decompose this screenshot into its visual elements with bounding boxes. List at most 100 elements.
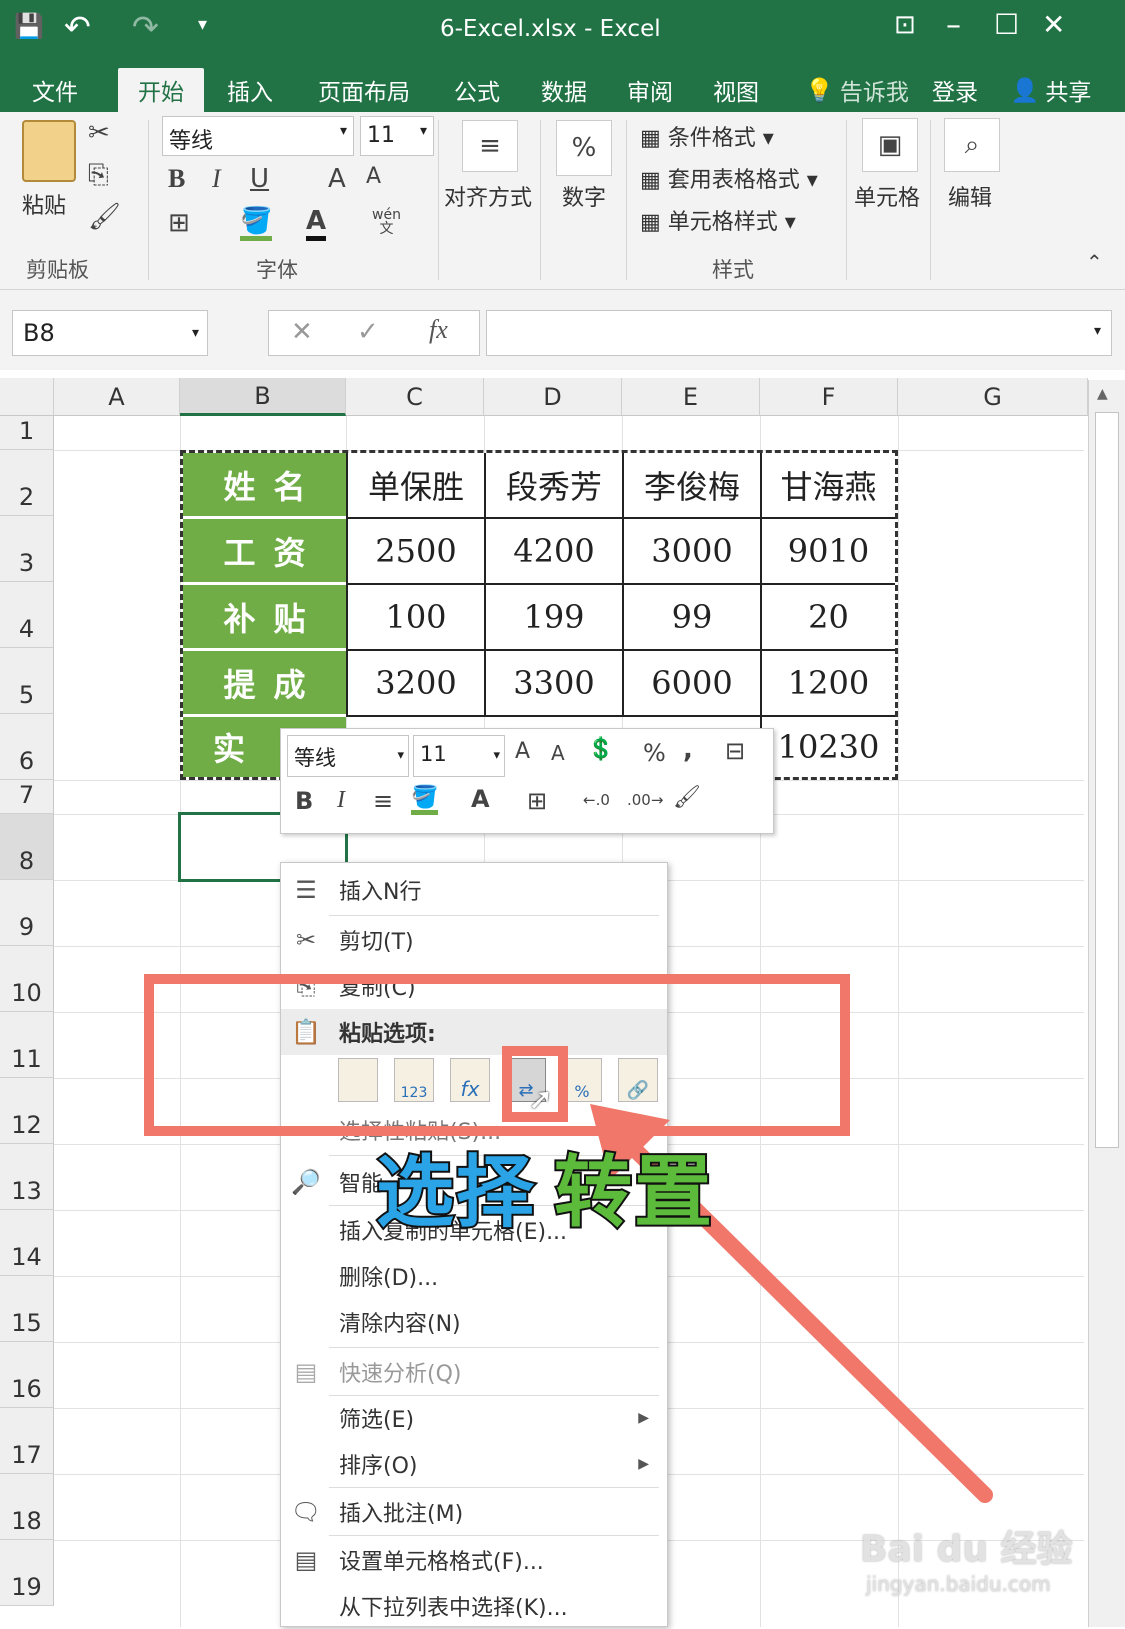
table-cell[interactable]: 3200	[346, 651, 484, 717]
minimize-button[interactable]: –	[946, 8, 961, 43]
redo-icon[interactable]: ↷	[132, 8, 159, 46]
row-header[interactable]: 14	[0, 1210, 54, 1276]
format-painter-icon[interactable]: 🖌	[88, 202, 121, 232]
row-header[interactable]: 17	[0, 1408, 54, 1474]
phonetic-icon[interactable]: wén 文	[372, 208, 401, 236]
row-header[interactable]: 19	[0, 1540, 54, 1606]
row-header[interactable]: 12	[0, 1078, 54, 1144]
alignment-label[interactable]: 对齐方式	[444, 180, 532, 212]
mini-size-select[interactable]: 11 ▾	[413, 735, 505, 777]
font-color-icon[interactable]: A	[306, 206, 327, 241]
number-label[interactable]: 数字	[562, 180, 606, 212]
borders-icon[interactable]: ⊞	[168, 208, 190, 238]
borders-icon[interactable]: ⊞	[527, 787, 547, 815]
bold-icon[interactable]: B	[295, 787, 313, 815]
row-header[interactable]: 8	[0, 814, 54, 880]
percent-icon[interactable]: %	[643, 739, 666, 767]
decrease-decimal-icon[interactable]: .00→	[627, 791, 663, 809]
header-cell-commission[interactable]: 提成	[183, 651, 346, 714]
row-header[interactable]: 11	[0, 1012, 54, 1078]
shrink-font-icon[interactable]: A	[551, 741, 565, 765]
scroll-up-icon[interactable]: ▲	[1097, 386, 1108, 402]
font-size-select[interactable]: 11 ▾	[360, 116, 434, 156]
vertical-scrollbar[interactable]: ▲	[1088, 380, 1125, 1627]
table-format-button[interactable]: ▦ 套用表格格式 ▾	[640, 162, 818, 194]
row-header[interactable]: 13	[0, 1144, 54, 1210]
collapse-ribbon-icon[interactable]: ⌃	[1086, 250, 1103, 274]
scissors-icon[interactable]: ✂	[88, 118, 110, 148]
fill-color-icon[interactable]: 🪣	[411, 785, 439, 815]
mini-font-select[interactable]: 等线 ▾	[287, 735, 409, 777]
header-cell-name[interactable]: 姓名	[183, 453, 346, 516]
row-header[interactable]: 10	[0, 946, 54, 1012]
tab-data[interactable]: 数据	[528, 68, 600, 112]
row-header[interactable]: 6	[0, 714, 54, 780]
search-icon[interactable]: ⌕	[944, 118, 1000, 172]
table-cell[interactable]: 单保胜	[346, 453, 484, 519]
ribbon-display-icon[interactable]: ⊡	[894, 10, 916, 40]
share-button[interactable]: 👤 共享	[996, 68, 1106, 112]
table-cell[interactable]: 李俊梅	[622, 453, 760, 519]
conditional-format-button[interactable]: ▦ 条件格式 ▾	[640, 120, 774, 152]
grow-font-icon[interactable]: A	[515, 739, 530, 764]
align-center-icon[interactable]: ≡	[373, 787, 393, 815]
menu-item-cut[interactable]: ✂ 剪切(T)	[281, 917, 667, 963]
row-header[interactable]: 3	[0, 516, 54, 582]
maximize-button[interactable]: ☐	[994, 8, 1019, 41]
table-cell[interactable]: 2500	[346, 519, 484, 585]
bold-icon[interactable]: B	[168, 164, 185, 194]
row-header[interactable]: 4	[0, 582, 54, 648]
row-header[interactable]: 15	[0, 1276, 54, 1342]
header-cell-salary[interactable]: 工资	[183, 519, 346, 582]
underline-icon[interactable]: U	[250, 164, 269, 194]
row-header[interactable]: 9	[0, 880, 54, 946]
row-header[interactable]: 7	[0, 780, 54, 814]
table-cell[interactable]: 1200	[760, 651, 895, 717]
shrink-font-icon[interactable]: A	[366, 164, 381, 189]
cells-icon[interactable]: ▣	[862, 118, 918, 172]
save-icon[interactable]: 💾	[14, 12, 44, 40]
table-cell[interactable]: 99	[622, 585, 760, 651]
font-name-select[interactable]: 等线 ▾	[162, 116, 354, 156]
table-cell[interactable]: 段秀芳	[484, 453, 622, 519]
number-format-icon[interactable]: %	[556, 120, 612, 176]
tab-view[interactable]: 视图	[700, 68, 772, 112]
increase-decimal-icon[interactable]: ←.0	[583, 791, 610, 809]
grow-font-icon[interactable]: A	[328, 164, 346, 194]
comma-style-icon[interactable]: ,	[683, 735, 693, 765]
row-header[interactable]: 5	[0, 648, 54, 714]
column-header[interactable]: F	[760, 378, 898, 416]
name-box[interactable]: B8 ▾	[12, 310, 208, 356]
undo-icon[interactable]: ↶	[64, 8, 91, 46]
column-header[interactable]: G	[898, 378, 1088, 416]
table-cell[interactable]: 20	[760, 585, 895, 651]
row-header[interactable]: 2	[0, 450, 54, 516]
column-header[interactable]: D	[484, 378, 622, 416]
formula-input[interactable]: ▾	[486, 310, 1112, 356]
fx-icon[interactable]: fx	[429, 315, 448, 345]
table-cell[interactable]: 199	[484, 585, 622, 651]
row-header[interactable]: 16	[0, 1342, 54, 1408]
menu-item-format-cells[interactable]: ▤ 设置单元格格式(F)...	[281, 1537, 667, 1583]
table-cell[interactable]: 甘海燕	[760, 453, 895, 519]
scroll-thumb[interactable]	[1095, 412, 1119, 1148]
table-cell[interactable]: 3000	[622, 519, 760, 585]
signin-link[interactable]: 登录	[924, 68, 986, 112]
header-cell-allowance[interactable]: 补贴	[183, 585, 346, 648]
table-cell[interactable]: 6000	[622, 651, 760, 717]
clipboard-paste-icon[interactable]	[22, 120, 76, 182]
check-icon[interactable]: ✓	[357, 317, 379, 347]
italic-icon[interactable]: I	[337, 787, 345, 814]
table-cell[interactable]: 10230	[760, 717, 895, 777]
alignment-icon[interactable]: ≡	[462, 120, 518, 172]
font-color-icon[interactable]: A	[471, 785, 490, 813]
tab-page-layout[interactable]: 页面布局	[304, 68, 424, 112]
tab-insert[interactable]: 插入	[214, 68, 286, 112]
copy-icon[interactable]: ⎘	[88, 160, 109, 191]
tab-formulas[interactable]: 公式	[442, 68, 512, 112]
format-painter-icon[interactable]: 🖌	[673, 785, 701, 810]
cell-style-button[interactable]: ▦ 单元格样式 ▾	[640, 204, 796, 236]
select-all-corner[interactable]	[0, 378, 54, 416]
menu-item-insert-rows[interactable]: ☰ 插入N行	[281, 867, 667, 913]
qat-customize-icon[interactable]: ▾	[198, 14, 207, 35]
